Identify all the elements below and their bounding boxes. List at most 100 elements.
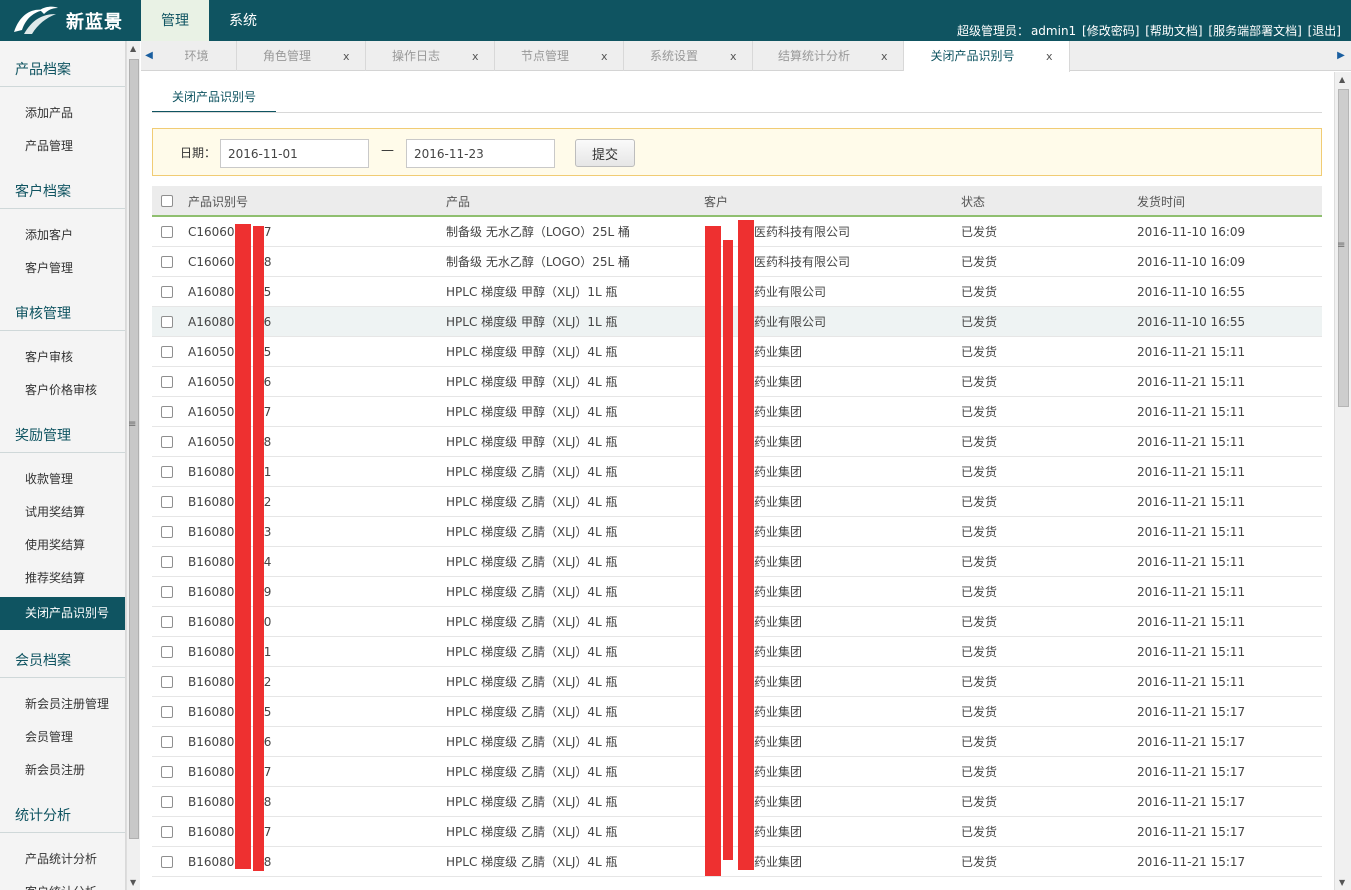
sidebar-item-product-stats[interactable]: 产品统计分析 xyxy=(0,843,125,876)
table-row[interactable]: B1608005 1 HPLC 梯度级 乙腈（XLJ）4L 瓶药业集团 已发货 2016… xyxy=(152,457,1322,487)
sidebar-scroll-thumb[interactable] xyxy=(129,59,139,839)
tab-settlement-stats[interactable]: 结算统计分析 x xyxy=(753,41,904,71)
sidebar-item-trial-reward[interactable]: 试用奖结算 xyxy=(0,496,125,529)
column-header-ship-time[interactable]: 发货时间 xyxy=(1137,186,1317,217)
tabs-scroll-left-icon[interactable]: ◀ xyxy=(141,41,157,71)
date-from-input[interactable] xyxy=(220,139,369,168)
sidebar-section-member[interactable]: 会员档案 xyxy=(0,632,125,678)
sidebar-item-add-product[interactable]: 添加产品 xyxy=(0,97,125,130)
row-checkbox[interactable] xyxy=(161,856,173,868)
tab-close-product-id[interactable]: 关闭产品识别号 x xyxy=(904,41,1070,72)
sidebar-section-stats[interactable]: 统计分析 xyxy=(0,787,125,833)
table-row[interactable]: A1605000 6 HPLC 梯度级 甲醇（XLJ）4L 瓶药业集团 已发货 2016… xyxy=(152,367,1322,397)
sidebar-item-member-manage[interactable]: 会员管理 xyxy=(0,721,125,754)
row-checkbox[interactable] xyxy=(161,526,173,538)
date-to-input[interactable] xyxy=(406,139,555,168)
row-checkbox[interactable] xyxy=(161,586,173,598)
sidebar-item-customer-review[interactable]: 客户审核 xyxy=(0,341,125,374)
table-row[interactable]: A1608007 5 HPLC 梯度级 甲醇（XLJ）1L 瓶药业有限公司 已发货 20… xyxy=(152,277,1322,307)
column-header-product[interactable]: 产品 xyxy=(446,186,696,217)
sidebar-scrollbar[interactable]: ▲ ≡ ▼ xyxy=(126,41,140,890)
sidebar-item-price-review[interactable]: 客户价格审核 xyxy=(0,374,125,407)
row-checkbox[interactable] xyxy=(161,706,173,718)
sidebar-item-new-member-register[interactable]: 新会员注册 xyxy=(0,754,125,787)
tab-operation-log[interactable]: 操作日志 x xyxy=(366,41,495,71)
table-row[interactable]: B1608007 8 HPLC 梯度级 乙腈（XLJ）4L 瓶药业集团 已发货 2016… xyxy=(152,847,1322,877)
content-scrollbar[interactable]: ▲ ≡ ▼ xyxy=(1334,72,1351,890)
table-row[interactable]: B1608005 2 HPLC 梯度级 乙腈（XLJ）4L 瓶药业集团 已发货 2016… xyxy=(152,667,1322,697)
row-checkbox[interactable] xyxy=(161,736,173,748)
change-password-link[interactable]: [修改密码] xyxy=(1082,24,1139,38)
tab-close-icon[interactable]: x xyxy=(1046,42,1053,72)
menu-tab-system[interactable]: 系统 xyxy=(209,0,277,41)
tab-node-manage[interactable]: 节点管理 x xyxy=(495,41,624,71)
tab-close-icon[interactable]: x xyxy=(343,42,350,72)
tabs-scroll-right-icon[interactable]: ▶ xyxy=(1333,41,1349,71)
sidebar-section-review[interactable]: 审核管理 xyxy=(0,285,125,331)
splitter-grip-icon[interactable]: ≡ xyxy=(128,419,136,430)
tab-close-icon[interactable]: x xyxy=(601,42,608,72)
table-row[interactable]: C1606000 7 制备级 无水乙醇（LOGO）25L 桶医药科技有限公司 已发货 2… xyxy=(152,217,1322,247)
tab-close-icon[interactable]: x xyxy=(730,42,737,72)
sidebar-item-new-member-manage[interactable]: 新会员注册管理 xyxy=(0,688,125,721)
table-row[interactable]: B1608005 7 HPLC 梯度级 乙腈（XLJ）4L 瓶药业集团 已发货 2016… xyxy=(152,757,1322,787)
column-header-status[interactable]: 状态 xyxy=(961,186,1131,217)
sidebar-section-reward[interactable]: 奖励管理 xyxy=(0,407,125,453)
row-checkbox[interactable] xyxy=(161,616,173,628)
select-all-checkbox[interactable] xyxy=(161,195,173,207)
scroll-up-arrow-icon[interactable]: ▲ xyxy=(1339,75,1345,84)
subtab-close-product-id[interactable]: 关闭产品识别号 xyxy=(152,85,276,113)
table-row[interactable]: A1608007 6 HPLC 梯度级 甲醇（XLJ）1L 瓶药业有限公司 已发货 20… xyxy=(152,307,1322,337)
table-row[interactable]: A1605000 8 HPLC 梯度级 甲醇（XLJ）4L 瓶药业集团 已发货 2016… xyxy=(152,427,1322,457)
tab-close-icon[interactable]: x xyxy=(472,42,479,72)
row-checkbox[interactable] xyxy=(161,826,173,838)
sidebar-item-customer-stats[interactable]: 客户统计分析 xyxy=(0,876,125,890)
menu-tab-manage[interactable]: 管理 xyxy=(141,0,209,41)
row-checkbox[interactable] xyxy=(161,436,173,448)
table-row[interactable]: B1608007 7 HPLC 梯度级 乙腈（XLJ）4L 瓶药业集团 已发货 2016… xyxy=(152,817,1322,847)
sidebar-section-customer[interactable]: 客户档案 xyxy=(0,163,125,209)
row-checkbox[interactable] xyxy=(161,256,173,268)
sidebar-item-payment-manage[interactable]: 收款管理 xyxy=(0,463,125,496)
row-checkbox[interactable] xyxy=(161,346,173,358)
table-row[interactable]: B1608005 4 HPLC 梯度级 乙腈（XLJ）4L 瓶药业集团 已发货 2016… xyxy=(152,547,1322,577)
table-row[interactable]: B1608005 2 HPLC 梯度级 乙腈（XLJ）4L 瓶药业集团 已发货 2016… xyxy=(152,487,1322,517)
tab-role-manage[interactable]: 角色管理 x xyxy=(237,41,366,71)
sidebar-item-referral-reward[interactable]: 推荐奖结算 xyxy=(0,562,125,595)
table-row[interactable]: B1608005 8 HPLC 梯度级 乙腈（XLJ）4L 瓶药业集团 已发货 2016… xyxy=(152,787,1322,817)
sidebar-item-close-product-id[interactable]: 关闭产品识别号 xyxy=(0,597,125,630)
sidebar-section-product[interactable]: 产品档案 xyxy=(0,41,125,87)
table-row[interactable]: C1606000 8 制备级 无水乙醇（LOGO）25L 桶医药科技有限公司 已发货 2… xyxy=(152,247,1322,277)
table-row[interactable]: B1608005 3 HPLC 梯度级 乙腈（XLJ）4L 瓶药业集团 已发货 2016… xyxy=(152,517,1322,547)
sidebar-item-product-manage[interactable]: 产品管理 xyxy=(0,130,125,163)
deploy-docs-link[interactable]: [服务端部署文档] xyxy=(1208,24,1301,38)
row-checkbox[interactable] xyxy=(161,796,173,808)
row-checkbox[interactable] xyxy=(161,466,173,478)
table-row[interactable]: A1605000 7 HPLC 梯度级 甲醇（XLJ）4L 瓶药业集团 已发货 2016… xyxy=(152,397,1322,427)
sidebar-item-usage-reward[interactable]: 使用奖结算 xyxy=(0,529,125,562)
row-checkbox[interactable] xyxy=(161,646,173,658)
sidebar-item-add-customer[interactable]: 添加客户 xyxy=(0,219,125,252)
table-row[interactable]: A1605000 5 HPLC 梯度级 甲醇（XLJ）4L 瓶药业集团 已发货 2016… xyxy=(152,337,1322,367)
table-row[interactable]: B1608005 5 HPLC 梯度级 乙腈（XLJ）4L 瓶药业集团 已发货 2016… xyxy=(152,697,1322,727)
help-docs-link[interactable]: [帮助文档] xyxy=(1145,24,1202,38)
scroll-down-arrow-icon[interactable]: ▼ xyxy=(1339,878,1345,887)
table-row[interactable]: B1608005 9 HPLC 梯度级 乙腈（XLJ）4L 瓶药业集团 已发货 2016… xyxy=(152,577,1322,607)
row-checkbox[interactable] xyxy=(161,556,173,568)
submit-button[interactable]: 提交 xyxy=(575,139,635,167)
sidebar-item-customer-manage[interactable]: 客户管理 xyxy=(0,252,125,285)
column-header-code[interactable]: 产品识别号 xyxy=(188,186,438,217)
row-checkbox[interactable] xyxy=(161,316,173,328)
scroll-up-arrow-icon[interactable]: ▲ xyxy=(130,44,136,53)
table-row[interactable]: B1608005 1 HPLC 梯度级 乙腈（XLJ）4L 瓶药业集团 已发货 2016… xyxy=(152,637,1322,667)
column-header-customer[interactable]: 客户 xyxy=(704,186,954,217)
logout-link[interactable]: [退出] xyxy=(1308,24,1341,38)
row-checkbox[interactable] xyxy=(161,226,173,238)
tab-environment[interactable]: 环境 xyxy=(157,41,237,71)
row-checkbox[interactable] xyxy=(161,766,173,778)
tab-close-icon[interactable]: x xyxy=(881,42,888,72)
tab-system-settings[interactable]: 系统设置 x xyxy=(624,41,753,71)
row-checkbox[interactable] xyxy=(161,496,173,508)
row-checkbox[interactable] xyxy=(161,406,173,418)
row-checkbox[interactable] xyxy=(161,376,173,388)
